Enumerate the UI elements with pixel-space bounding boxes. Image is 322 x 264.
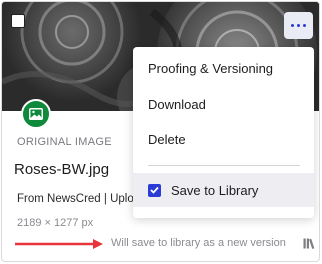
asset-filename[interactable]: Roses-BW.jpg bbox=[14, 161, 109, 178]
menu-item-label: Save to Library bbox=[171, 182, 259, 198]
menu-item-delete[interactable]: Delete bbox=[133, 122, 314, 156]
library-icon bbox=[303, 238, 315, 249]
menu-item-save-to-library[interactable]: Save to Library bbox=[133, 173, 314, 207]
more-horizontal-icon bbox=[291, 24, 294, 27]
asset-dimensions: 2189 × 1277 px bbox=[17, 217, 94, 229]
menu-divider bbox=[148, 165, 300, 166]
menu-item-label: Download bbox=[148, 96, 206, 112]
menu-item-download[interactable]: Download bbox=[133, 87, 314, 121]
more-options-button[interactable] bbox=[284, 12, 313, 39]
menu-item-proofing-versioning[interactable]: Proofing & Versioning bbox=[133, 51, 314, 85]
asset-card[interactable]: ORIGINAL IMAGE Roses-BW.jpg From NewsCre… bbox=[1, 1, 320, 262]
save-to-library-note: Will save to library as a new version bbox=[111, 237, 286, 249]
checkbox-checked-icon[interactable] bbox=[148, 183, 161, 197]
asset-source: From NewsCred | Uplo bbox=[17, 193, 134, 205]
image-type-badge bbox=[21, 99, 51, 129]
select-checkbox[interactable] bbox=[11, 14, 25, 28]
menu-item-label: Delete bbox=[148, 131, 186, 147]
asset-type-label: ORIGINAL IMAGE bbox=[17, 136, 112, 148]
options-menu: Proofing & Versioning Download Delete Sa… bbox=[133, 47, 314, 218]
arrow-annotation bbox=[15, 239, 103, 249]
menu-item-label: Proofing & Versioning bbox=[148, 60, 274, 76]
image-icon bbox=[29, 108, 43, 120]
